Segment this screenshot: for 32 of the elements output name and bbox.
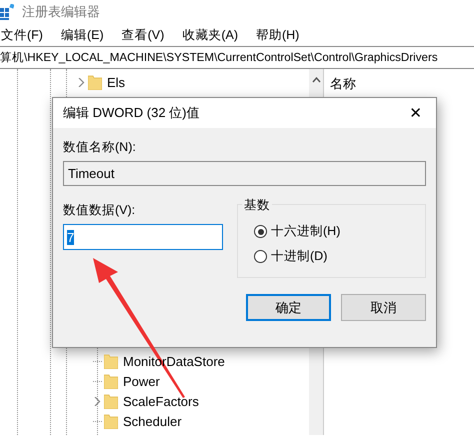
folder-icon	[104, 394, 118, 408]
tree-item[interactable]: Els	[0, 72, 309, 92]
dialog-title: 编辑 DWORD (32 位)值	[63, 104, 200, 122]
radio-option[interactable]: 十六进制(H)	[254, 223, 425, 240]
folder-icon	[104, 374, 118, 388]
field-label: 数值名称(N):	[63, 139, 137, 156]
folder-icon	[104, 354, 118, 368]
scroll-up-icon[interactable]	[312, 77, 320, 83]
menu-item[interactable]: 帮助(H)	[254, 26, 300, 44]
chevron-icon[interactable]	[93, 396, 102, 406]
chevron-icon[interactable]	[77, 78, 86, 86]
registry-icon	[0, 4, 14, 20]
close-button[interactable]: ✕	[405, 104, 426, 122]
menu-item[interactable]: 编辑(E)	[60, 26, 105, 44]
value-data-field[interactable]: 7	[63, 224, 223, 250]
window-title: 注册表编辑器	[22, 3, 100, 21]
dialog-button[interactable]: 取消	[341, 294, 426, 321]
folder-icon	[88, 74, 102, 90]
radio-option[interactable]: 十进制(D)	[254, 248, 425, 265]
folder-icon	[104, 414, 118, 428]
menu-item[interactable]: 查看(V)	[120, 26, 166, 44]
field-label: 数值数据(V):	[63, 202, 136, 219]
menu-item[interactable]: 收藏夹(A)	[181, 26, 239, 44]
value-name-field[interactable]: Timeout	[63, 161, 426, 186]
menu-item[interactable]: 文件(F)	[0, 26, 44, 44]
tree-item[interactable]: ScaleFactors	[0, 391, 309, 411]
tree-item[interactable]: Power	[0, 371, 309, 391]
column-header[interactable]: 名称	[330, 76, 356, 91]
tree-item[interactable]: Scheduler	[0, 411, 309, 431]
address-field[interactable]: 算机\HKEY_LOCAL_MACHINE\SYSTEM\CurrentControlSet\Control\GraphicsDrivers	[0, 50, 438, 65]
group-label: 基数	[242, 197, 272, 214]
dialog-button[interactable]: 确定	[246, 294, 331, 321]
